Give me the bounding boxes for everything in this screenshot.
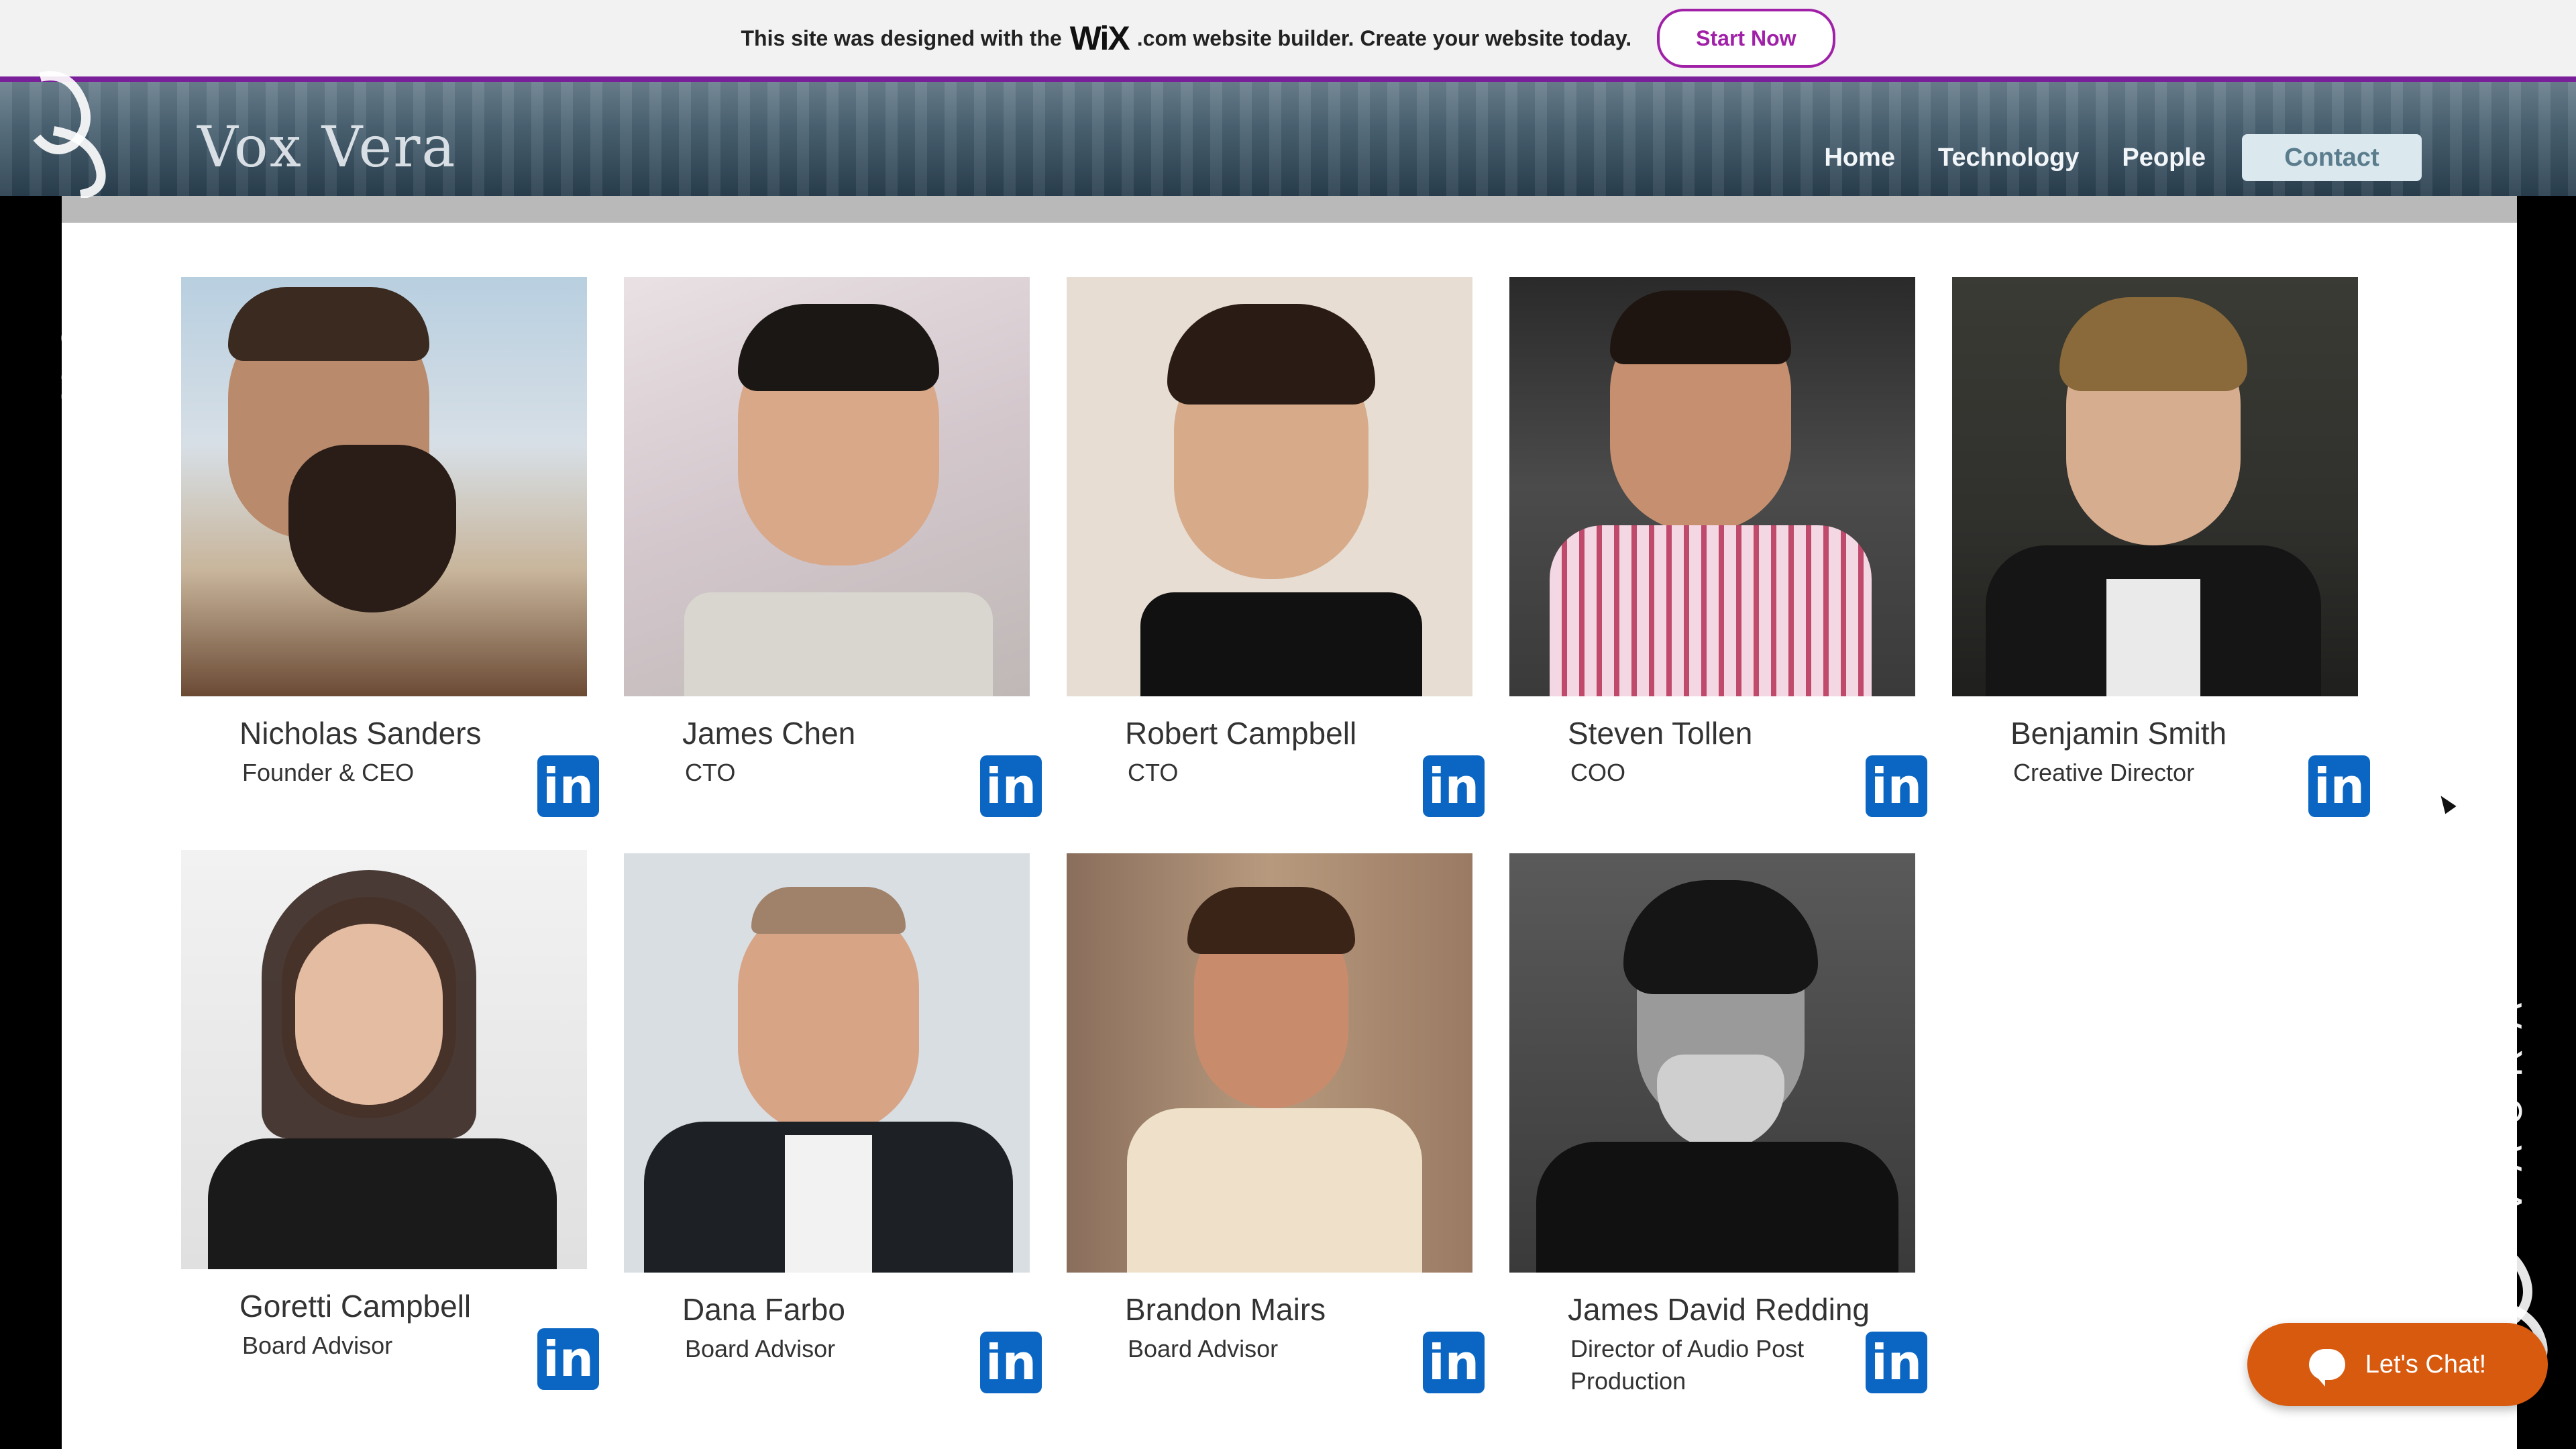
linkedin-icon[interactable]: in: [1423, 1332, 1485, 1393]
person-photo: [1952, 277, 2358, 696]
person-name: Robert Campbell: [1125, 716, 1357, 751]
wix-text-before: This site was designed with the: [741, 25, 1062, 50]
vaura-logo-icon: [20, 70, 114, 199]
person-role: CTO: [1128, 759, 1179, 786]
person-photo: [1067, 853, 1472, 1273]
nav-contact-button[interactable]: Contact: [2242, 134, 2422, 181]
person-role: Board Advisor: [685, 1335, 836, 1362]
linkedin-icon[interactable]: in: [2308, 755, 2370, 817]
site-header: Vox Vera Home Technology People Contact: [0, 82, 2576, 196]
person-photo: [1509, 277, 1915, 696]
person-info: Goretti Campbell Board Advisor in: [218, 1269, 599, 1403]
person-photo: [624, 853, 1030, 1273]
linkedin-icon[interactable]: in: [1866, 1332, 1927, 1393]
person-name: James Chen: [682, 716, 856, 751]
wix-banner-text: This site was designed with the WiX .com…: [741, 19, 1631, 58]
person-photo: [1509, 853, 1915, 1273]
nav-people[interactable]: People: [2122, 144, 2206, 172]
person-role: Founder & CEO: [242, 759, 415, 786]
person-info: Nicholas Sanders Founder & CEO in: [218, 696, 599, 830]
person-name: Brandon Mairs: [1125, 1292, 1326, 1327]
person-info: Dana Farbo Board Advisor in: [661, 1273, 1042, 1407]
person-info: Benjamin Smith Creative Director in: [1989, 696, 2370, 830]
person-role: CTO: [685, 759, 736, 786]
linkedin-icon[interactable]: in: [1423, 755, 1485, 817]
site-brand-logo[interactable]: Vox Vera: [197, 114, 457, 180]
person-name: Benjamin Smith: [2010, 716, 2227, 751]
wix-text-after: .com website builder. Create your websit…: [1136, 25, 1632, 50]
linkedin-icon[interactable]: in: [537, 1328, 599, 1390]
main-nav: Home Technology People Contact: [1824, 134, 2422, 181]
nav-home[interactable]: Home: [1824, 144, 1895, 172]
person-info: Robert Campbell CTO in: [1104, 696, 1485, 830]
person-role: COO: [1570, 759, 1626, 786]
person-role: Board Advisor: [242, 1332, 393, 1359]
linkedin-icon[interactable]: in: [1866, 755, 1927, 817]
person-name: Goretti Campbell: [239, 1289, 472, 1324]
start-now-button[interactable]: Start Now: [1657, 9, 1835, 68]
person-role: Director of Audio Post Production: [1570, 1335, 1805, 1395]
person-photo: [1067, 277, 1472, 696]
watermark-text: VAURA: [2487, 983, 2530, 1215]
person-photo: [181, 277, 587, 696]
person-role: Creative Director: [2013, 759, 2195, 786]
linkedin-icon[interactable]: in: [980, 755, 1042, 817]
wix-banner: This site was designed with the WiX .com…: [0, 0, 2576, 82]
person-info: James Chen CTO in: [661, 696, 1042, 830]
chat-label: Let's Chat!: [2365, 1350, 2487, 1379]
person-name: Dana Farbo: [682, 1292, 845, 1327]
linkedin-icon[interactable]: in: [537, 755, 599, 817]
chat-bubble-icon: [2308, 1349, 2345, 1387]
nav-technology[interactable]: Technology: [1938, 144, 2079, 172]
person-info: Steven Tollen COO in: [1546, 696, 1927, 830]
linkedin-icon[interactable]: in: [980, 1332, 1042, 1393]
wix-logo: WiX: [1069, 19, 1130, 57]
person-photo: [624, 277, 1030, 696]
person-name: James David Redding: [1568, 1292, 1870, 1327]
person-info: Brandon Mairs Board Advisor in: [1104, 1273, 1485, 1407]
header-divider: [62, 196, 2517, 223]
watermark-text: VAURA: [53, 235, 97, 467]
person-info: James David Redding Director of Audio Po…: [1546, 1273, 1927, 1407]
person-name: Steven Tollen: [1568, 716, 1753, 751]
person-photo: [181, 850, 587, 1269]
lets-chat-button[interactable]: Let's Chat!: [2247, 1323, 2548, 1406]
person-role: Board Advisor: [1128, 1335, 1279, 1362]
person-name: Nicholas Sanders: [239, 716, 482, 751]
